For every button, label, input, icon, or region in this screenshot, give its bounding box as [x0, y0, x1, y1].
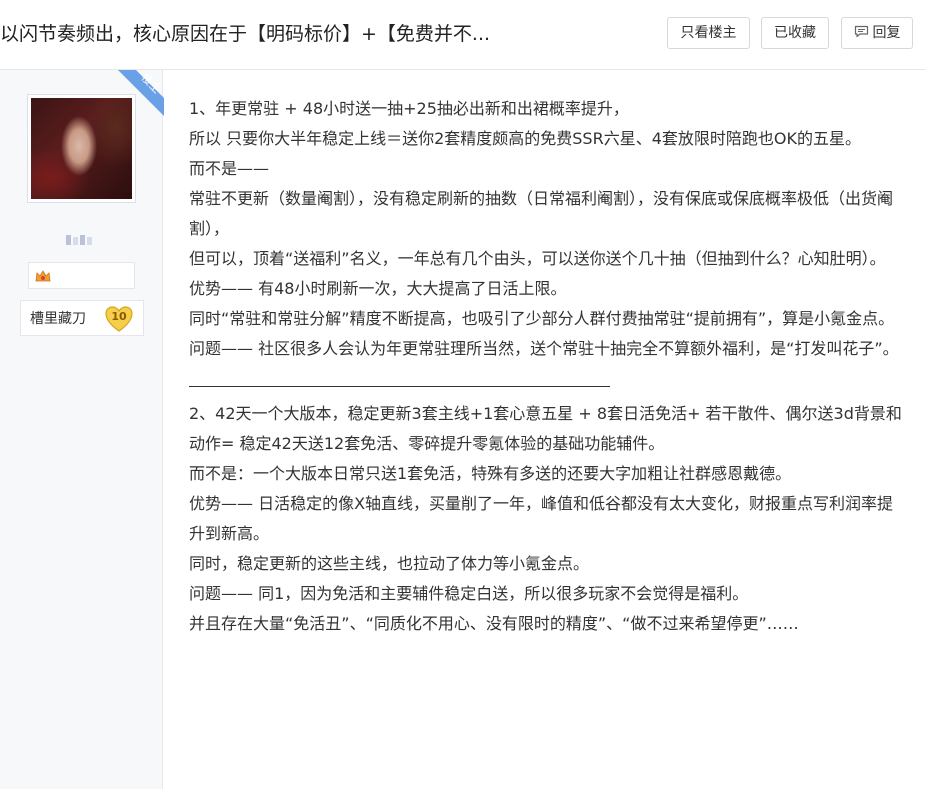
post-paragraph: 并且存在大量“免活丑”、“同质化不用心、没有限时的精度”、“做不过来希望停更”…… [189, 614, 799, 633]
post-paragraph: 问题—— 社区很多人会认为年更常驻理所当然，送个常驻十抽完全不算额外福利，是“打… [189, 339, 899, 358]
thread-title: 以闪节奏频出，核心原因在于【明码标价】+【免费并不... [0, 23, 491, 45]
level-name: 槽里藏刀 [30, 311, 86, 327]
medal-row [28, 262, 135, 289]
post-paragraph: 所以 只要你大半年稳定上线＝送你2套精度颇高的免费SSR六星、4套放限时陪跑也O… [189, 129, 861, 148]
post-paragraph: 同时，稳定更新的这些主线，也拉动了体力等小氪金点。 [189, 554, 590, 573]
medal-icon[interactable] [34, 268, 52, 284]
reply-icon [854, 25, 868, 38]
avatar-frame[interactable] [27, 94, 136, 203]
post-paragraph: 优势—— 有48小时刷新一次，大大提高了日活上限。 [189, 279, 567, 298]
post-paragraph: 1、年更常驻 + 48小时送一抽+25抽必出新和出裙概率提升， [189, 99, 629, 118]
author-sidebar: 楼主 槽里藏刀 10 [0, 70, 164, 789]
post-paragraph: 问题—— 同1，因为免活和主要辅件稳定白送，所以很多玩家不会觉得是福利。 [189, 584, 749, 603]
favorited-button[interactable]: 已收藏 [761, 17, 829, 49]
post-paragraph: 优势—— 日活稳定的像X轴直线，买量削了一年，峰值和低谷都没有太大变化，财报重点… [189, 494, 894, 543]
post-paragraph: 常驻不更新（数量阉割），没有稳定刷新的抽数（日常福利阉割），没有保底或保底概率极… [189, 189, 894, 238]
section-divider [189, 386, 610, 387]
post-paragraph: 2、42天一个大版本，稳定更新3套主线+1套心意五星 + 8套日活免活+ 若干散… [189, 404, 902, 453]
reply-button-label: 回复 [872, 25, 901, 41]
post-content: 1、年更常驻 + 48小时送一抽+25抽必出新和出裙概率提升， 所以 只要你大半… [189, 94, 909, 639]
level-number: 10 [111, 310, 127, 323]
avatar[interactable] [31, 98, 132, 199]
post-paragraph: 但可以，顶着“送福利”名义，一年总有几个由头，可以送你送个几十抽（但抽到什么？心… [189, 249, 886, 268]
post-paragraph: 而不是—— [189, 159, 270, 178]
thread-header: 以闪节奏频出，核心原因在于【明码标价】+【免费并不... 只看楼主 已收藏 回复 [0, 0, 925, 70]
reply-button[interactable]: 回复 [841, 17, 913, 49]
only-op-button[interactable]: 只看楼主 [667, 17, 750, 49]
level-row: 槽里藏刀 10 [20, 300, 144, 336]
post-paragraph: 同时“常驻和常驻分解”精度不断提高，也吸引了少部分人群付费抽常驻“提前拥有”，算… [189, 309, 895, 328]
username-redacted[interactable] [66, 230, 98, 245]
post-paragraph: 而不是：一个大版本日常只送1套免活，特殊有多送的还要大字加粗让社群感恩戴德。 [189, 464, 792, 483]
